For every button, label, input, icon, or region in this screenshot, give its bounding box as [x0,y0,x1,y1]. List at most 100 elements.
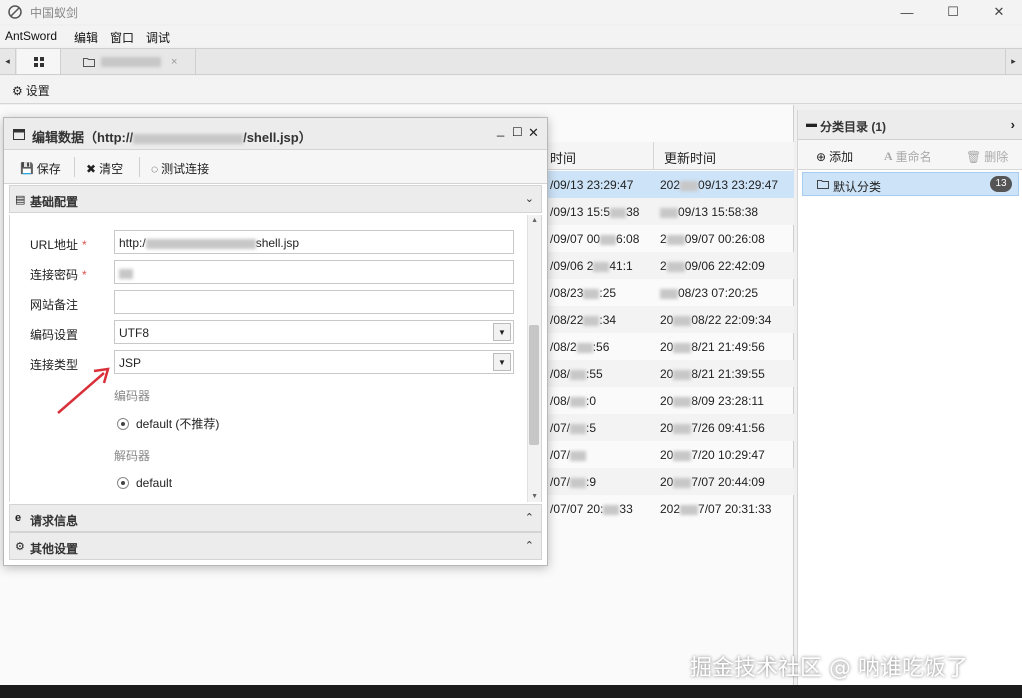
table-row[interactable]: /08/23:25 08/23 07:20:25 [548,279,794,306]
table-row[interactable]: /08/:0 20 8/09 23:28:11 [548,387,794,414]
redacted-text [570,477,587,488]
decoder-option-default[interactable]: default [117,476,172,490]
cell-updated-time: 202 7/07 20:31:33 [660,502,771,516]
cell-created-time-part: /08/ [550,394,571,408]
redacted-text [570,369,587,380]
scroll-down-icon[interactable]: ▼ [531,493,538,500]
section-basic-config[interactable]: ▤ 基础配置 ⌄ [9,185,542,213]
redacted-text [610,207,627,218]
rename-category-button[interactable]: A 重命名 [884,148,932,165]
redacted-text [666,234,685,245]
tab-scroll-left-button[interactable]: ◂ [0,49,16,74]
form-scrollbar[interactable]: ▲ ▼ [527,215,541,502]
settings-button[interactable]: ⚙ 设置 [12,82,50,99]
chevron-down-icon: ▼ [493,353,511,371]
list-header: 时间 更新时间 [548,142,794,170]
scrollbar-thumb[interactable] [529,325,539,445]
dialog-maximize-button[interactable]: ☐ [512,125,523,139]
scroll-up-icon[interactable]: ▲ [531,217,538,224]
window-title: 中国蚁剑 [30,6,79,20]
chevron-down-icon: ▼ [493,323,511,341]
cell-updated-time: 20 8/21 21:39:55 [660,367,765,381]
edit-data-dialog: 编辑数据（http:// /shell.jsp） _ ☐ ✕ 💾 保存 ✖ 清空 … [3,117,548,566]
dialog-titlebar[interactable]: 编辑数据（http:// /shell.jsp） _ ☐ ✕ [4,118,547,150]
redacted-text [673,369,692,380]
column-header-updated[interactable]: 更新时间 [664,148,716,167]
minimize-button[interactable]: — [884,0,930,24]
add-category-button[interactable]: ⊕ 添加 [816,148,853,165]
save-button[interactable]: 💾 保存 [20,160,61,177]
cell-updated-time-prefix: 20 [660,421,674,435]
redacted-text [576,342,593,353]
cell-updated-time-suffix: 08/22 22:09:34 [691,313,772,327]
table-row[interactable]: /08/:55 20 8/21 21:39:55 [548,360,794,387]
url-input[interactable]: http:/ shell.jsp [114,230,514,254]
cell-updated-time-prefix: 20 [660,475,674,489]
section-request-info[interactable]: e 请求信息 ⌃ [9,504,542,532]
menu-edit[interactable]: 编辑 [74,29,98,46]
url-label: URL地址 * [30,236,87,253]
table-row[interactable]: /08/22:34 20 08/22 22:09:34 [548,306,794,333]
column-header-time[interactable]: 时间 [550,148,576,167]
encoding-select[interactable]: UTF8 ▼ [114,320,514,344]
dialog-minimize-button[interactable]: _ [497,122,504,137]
redacted-text [673,423,692,434]
category-item-default[interactable]: 默认分类 13 [802,172,1019,196]
category-toolbar: ⊕ 添加 A 重命名 🗑 删除 [798,140,1022,170]
tab-home[interactable] [17,49,61,74]
cell-updated-time-suffix: 8/09 23:28:11 [691,394,764,408]
table-row[interactable]: /09/06 2 41:1 2 09/06 22:42:09 [548,252,794,279]
note-input[interactable] [114,290,514,314]
redacted-text [660,288,678,299]
redacted-text [666,261,685,272]
menu-debug[interactable]: 调试 [146,29,170,46]
table-row[interactable]: /07/:5 20 7/26 09:41:56 [548,414,794,441]
tab-shell[interactable]: × [61,49,196,74]
dialog-close-button[interactable]: ✕ [528,125,539,141]
cell-created-time-end: 41:1 [609,259,633,273]
cell-created-time: /07/:5 [550,421,596,435]
cell-created-time-part: /09/13 23:29:47 [550,178,634,192]
dialog-toolbar: 💾 保存 ✖ 清空 ◌ 测试连接 [4,150,547,184]
table-row[interactable]: /09/13 15:5 38 09/13 15:58:38 [548,198,794,225]
connection-type-select[interactable]: JSP ▼ [114,350,514,374]
table-row[interactable]: /07/07 20: 33 202 7/07 20:31:33 [548,495,794,522]
cell-updated-time-suffix: 09/07 00:26:08 [684,232,765,246]
annotation-arrow-icon [57,367,110,414]
cell-updated-time: 20 7/20 10:29:47 [660,448,765,462]
menubar: AntSword 编辑 窗口 调试 [0,26,1022,46]
table-row[interactable]: /07/20 7/20 10:29:47 [548,441,794,468]
table-row[interactable]: /08/2:56 20 8/21 21:49:56 [548,333,794,360]
settings-toolbar: ⚙ 设置 [0,76,1022,104]
connection-type-value: JSP [119,356,142,370]
tab-bar: ◂ × ▸ [0,48,1022,75]
maximize-button[interactable]: ☐ [930,0,976,24]
clear-button[interactable]: ✖ 清空 [86,160,123,177]
redacted-text [680,504,699,515]
cell-created-time: /09/13 23:29:47 [550,178,633,192]
cell-updated-time-prefix: 20 [660,448,674,462]
menu-antsword[interactable]: AntSword [5,29,57,43]
table-row[interactable]: /09/13 23:29:47 202 09/13 23:29:47 [548,171,794,198]
tab-scroll-right-button[interactable]: ▸ [1005,49,1021,74]
section-other-settings[interactable]: ⚙ 其他设置 ⌃ [9,532,542,560]
password-input[interactable] [114,260,514,284]
menu-window[interactable]: 窗口 [110,29,134,46]
delete-category-button[interactable]: 🗑 删除 [966,148,1008,165]
table-row[interactable]: /07/:9 20 7/07 20:44:09 [548,468,794,495]
close-window-button[interactable]: ✕ [976,0,1022,24]
category-panel-title: 分类目录 (1) [820,120,887,134]
radio-selected-icon [117,417,129,430]
test-connection-button[interactable]: ◌ 测试连接 [151,160,209,177]
encoder-option-default[interactable]: default (不推荐) [117,415,219,432]
chevron-right-icon[interactable]: › [1011,117,1015,132]
basic-config-form: URL地址 * http:/shell.jsp 连接密码 * 网站备注 编码设置 U… [9,215,542,502]
chevron-up-icon: ⌃ [524,512,534,524]
tab-close-icon[interactable]: × [171,56,177,68]
cell-created-time-part: /09/07 00 [550,232,601,246]
table-row[interactable]: /09/07 00 6:08 2 09/07 00:26:08 [548,225,794,252]
redacted-text [583,288,600,299]
grid-icon [33,56,44,67]
required-mark: * [82,268,87,282]
cell-created-time-part: /09/13 15:5 [550,205,611,219]
